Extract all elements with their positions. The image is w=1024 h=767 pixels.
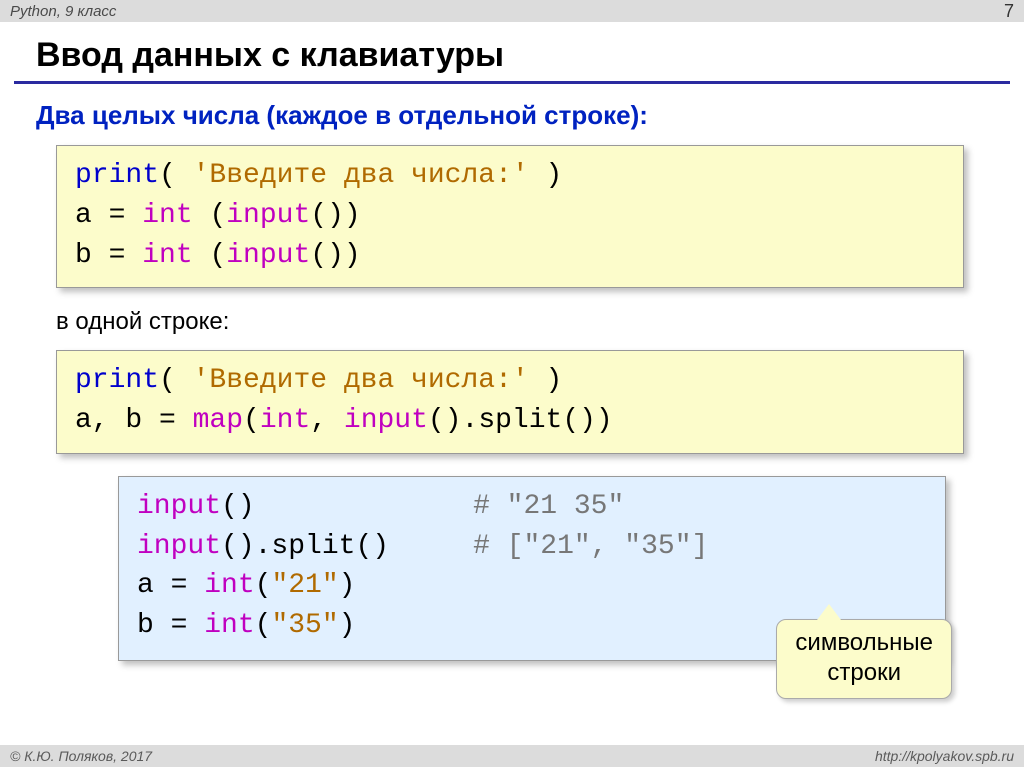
footer-right: http://kpolyakov.spb.ru (875, 748, 1014, 764)
slide-subtitle: Два целых числа (каждое в отдельной стро… (0, 100, 1024, 145)
code-line: b = int (input()) (75, 236, 945, 276)
code-block-1: print( 'Введите два числа:' ) a = int (i… (56, 145, 964, 288)
code-line: print( 'Введите два числа:' ) (75, 361, 945, 401)
code-line: a = int (input()) (75, 196, 945, 236)
header-left: Python, 9 класс (10, 3, 116, 20)
slide-title: Ввод данных с клавиатуры (0, 22, 1024, 81)
title-underline (14, 81, 1010, 84)
code-line: print( 'Введите два числа:' ) (75, 156, 945, 196)
footer-left: © К.Ю. Поляков, 2017 (10, 748, 152, 764)
callout-line: строки (795, 658, 933, 688)
code-line: a = int("21") (137, 566, 927, 606)
code-line: input() # "21 35" (137, 487, 927, 527)
code-line: a, b = map(int, input().split()) (75, 401, 945, 441)
slide-footer: © К.Ю. Поляков, 2017 http://kpolyakov.sp… (0, 745, 1024, 767)
code-line: input().split() # ["21", "35"] (137, 527, 927, 567)
slide-header: Python, 9 класс 7 (0, 0, 1024, 22)
page-number: 7 (1004, 1, 1014, 22)
callout-bubble: символьные строки (776, 619, 952, 699)
callout-line: символьные (795, 628, 933, 658)
code-block-2: print( 'Введите два числа:' ) a, b = map… (56, 350, 964, 454)
note-text: в одной строке: (0, 288, 1024, 350)
